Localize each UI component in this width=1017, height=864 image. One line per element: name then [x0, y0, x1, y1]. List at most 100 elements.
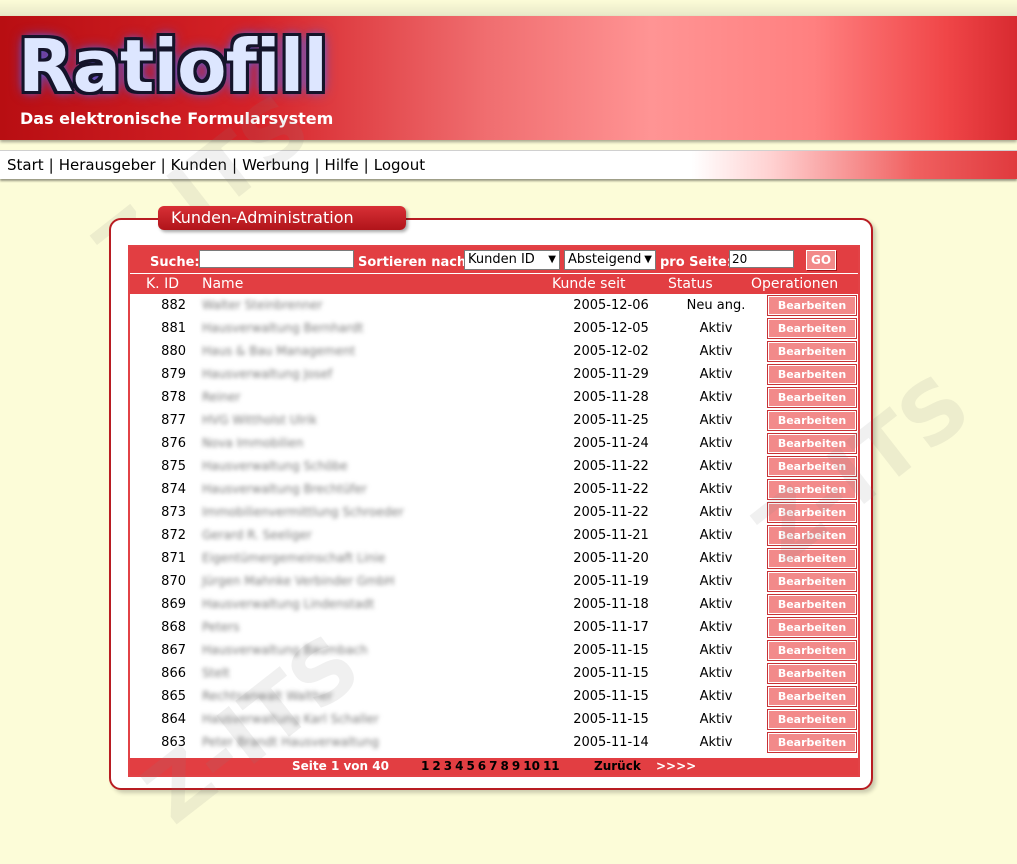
table-row: 872 Gerard R. Seeliger 2005-11-21 Aktiv Bear… — [130, 524, 858, 547]
customer-since: 2005-11-17 — [573, 620, 649, 635]
operations-cell: Bearbeiten — [766, 455, 858, 478]
customer-id: 881 — [161, 321, 186, 336]
per-page-input[interactable] — [729, 250, 794, 268]
edit-button[interactable]: Bearbeiten — [767, 295, 857, 316]
edit-button[interactable]: Bearbeiten — [767, 318, 857, 339]
page-link-8[interactable]: 8 — [501, 759, 509, 773]
col-header-operations: Operationen — [751, 276, 839, 292]
back-link[interactable]: Zurück — [594, 759, 641, 773]
edit-button[interactable]: Bearbeiten — [767, 387, 857, 408]
edit-button[interactable]: Bearbeiten — [767, 341, 857, 362]
customer-status: Aktiv — [699, 505, 733, 520]
edit-button[interactable]: Bearbeiten — [767, 709, 857, 730]
edit-button[interactable]: Bearbeiten — [767, 594, 857, 615]
customer-since: 2005-11-15 — [573, 666, 649, 681]
customer-name-text: Gerard R. Seeliger — [202, 528, 312, 542]
customer-since: 2005-12-05 — [573, 321, 649, 336]
customer-since: 2005-11-24 — [573, 436, 649, 451]
page-link-6[interactable]: 6 — [478, 759, 486, 773]
nav-kunden[interactable]: Kunden — [171, 156, 227, 174]
customer-since: 2005-11-22 — [573, 505, 649, 520]
table-row: 871 Eigentümergemeinschaft Linie 2005-11-2… — [130, 547, 858, 570]
customer-since: 2005-12-06 — [573, 298, 649, 313]
nav-logout[interactable]: Logout — [374, 156, 425, 174]
operations-cell: Bearbeiten — [766, 593, 858, 616]
customer-id: 869 — [161, 597, 186, 612]
sort-order-select[interactable]: Absteigend ▼ — [564, 250, 656, 270]
edit-button[interactable]: Bearbeiten — [767, 686, 857, 707]
page-link-3[interactable]: 3 — [444, 759, 452, 773]
edit-button[interactable]: Bearbeiten — [767, 410, 857, 431]
edit-button[interactable]: Bearbeiten — [767, 663, 857, 684]
edit-button[interactable]: Bearbeiten — [767, 548, 857, 569]
customer-name: Peter Brandt Hausverwaltung — [186, 731, 556, 754]
customer-status: Aktiv — [699, 712, 733, 727]
go-button[interactable]: GO — [806, 250, 836, 270]
nav-werbung[interactable]: Werbung — [242, 156, 309, 174]
operations-cell: Bearbeiten — [766, 524, 858, 547]
customer-name: Reiner — [186, 386, 556, 409]
edit-button[interactable]: Bearbeiten — [767, 640, 857, 661]
edit-button[interactable]: Bearbeiten — [767, 617, 857, 638]
customer-name: Hausverwaltung Karl Schaller — [186, 708, 556, 731]
table-row: 863 Peter Brandt Hausverwaltung 2005-11-14… — [130, 731, 858, 754]
customer-since: 2005-11-29 — [573, 367, 649, 382]
chevron-down-icon: ▼ — [644, 254, 652, 265]
edit-button[interactable]: Bearbeiten — [767, 502, 857, 523]
page-link-5[interactable]: 5 — [466, 759, 474, 773]
customer-name: Jürgen Mahnke Verbinder GmbH — [186, 570, 556, 593]
nav-hilfe[interactable]: Hilfe — [325, 156, 359, 174]
col-header-id: K. ID — [146, 276, 179, 292]
customer-since: 2005-11-14 — [573, 735, 649, 750]
customer-id: 882 — [161, 298, 186, 313]
next-link[interactable]: >>>> — [656, 759, 696, 773]
page-status: Seite 1 von 40 — [292, 759, 389, 773]
customer-status: Aktiv — [699, 643, 733, 658]
customer-id: 878 — [161, 390, 186, 405]
nav-separator: | — [363, 156, 369, 174]
page-link-11[interactable]: 11 — [543, 759, 560, 773]
edit-button[interactable]: Bearbeiten — [767, 364, 857, 385]
page-link-10[interactable]: 10 — [523, 759, 540, 773]
table-row: 880 Haus & Bau Management 2005-12-02 Aktiv B… — [130, 340, 858, 363]
edit-button[interactable]: Bearbeiten — [767, 571, 857, 592]
customer-name: Haus & Bau Management — [186, 340, 556, 363]
operations-cell: Bearbeiten — [766, 478, 858, 501]
customer-id: 864 — [161, 712, 186, 727]
nav-herausgeber[interactable]: Herausgeber — [59, 156, 156, 174]
col-header-status: Status — [668, 276, 713, 292]
search-input[interactable] — [199, 250, 354, 268]
page-link-1[interactable]: 1 — [421, 759, 429, 773]
operations-cell: Bearbeiten — [766, 616, 858, 639]
table-row: 881 Hausverwaltung Bernhardt 2005-12-05 Akt… — [130, 317, 858, 340]
edit-button[interactable]: Bearbeiten — [767, 479, 857, 500]
customer-name-text: Hausverwaltung Karl Schaller — [202, 712, 379, 726]
search-label: Suche: — [150, 255, 200, 270]
page-link-9[interactable]: 9 — [512, 759, 520, 773]
edit-button[interactable]: Bearbeiten — [767, 456, 857, 477]
page-link-7[interactable]: 7 — [489, 759, 497, 773]
operations-cell: Bearbeiten — [766, 386, 858, 409]
logo[interactable]: Ratiofill — [18, 28, 328, 104]
top-strip — [0, 0, 1017, 16]
customer-status: Aktiv — [699, 344, 733, 359]
page-link-4[interactable]: 4 — [455, 759, 463, 773]
header-banner: Ratiofill Das elektronische Formularsyst… — [0, 16, 1017, 140]
sort-field-select[interactable]: Kunden ID ▼ — [464, 250, 560, 270]
customer-name-text: Hausverwaltung Lindenstadt — [202, 597, 375, 611]
customer-status: Aktiv — [699, 689, 733, 704]
customer-name-text: Immobilienvermittlung Schroeder — [202, 505, 404, 519]
table-row: 875 Hausverwaltung Schöbe 2005-11-22 Aktiv B… — [130, 455, 858, 478]
table-row: 869 Hausverwaltung Lindenstadt 2005-11-18 A… — [130, 593, 858, 616]
operations-cell: Bearbeiten — [766, 570, 858, 593]
edit-button[interactable]: Bearbeiten — [767, 732, 857, 753]
customer-status: Aktiv — [699, 574, 733, 589]
customer-name: Eigentümergemeinschaft Linie — [186, 547, 556, 570]
operations-cell: Bearbeiten — [766, 432, 858, 455]
edit-button[interactable]: Bearbeiten — [767, 525, 857, 546]
nav-start[interactable]: Start — [7, 156, 44, 174]
edit-button[interactable]: Bearbeiten — [767, 433, 857, 454]
customer-name: Peters — [186, 616, 556, 639]
page-link-2[interactable]: 2 — [432, 759, 440, 773]
customer-since: 2005-11-18 — [573, 597, 649, 612]
